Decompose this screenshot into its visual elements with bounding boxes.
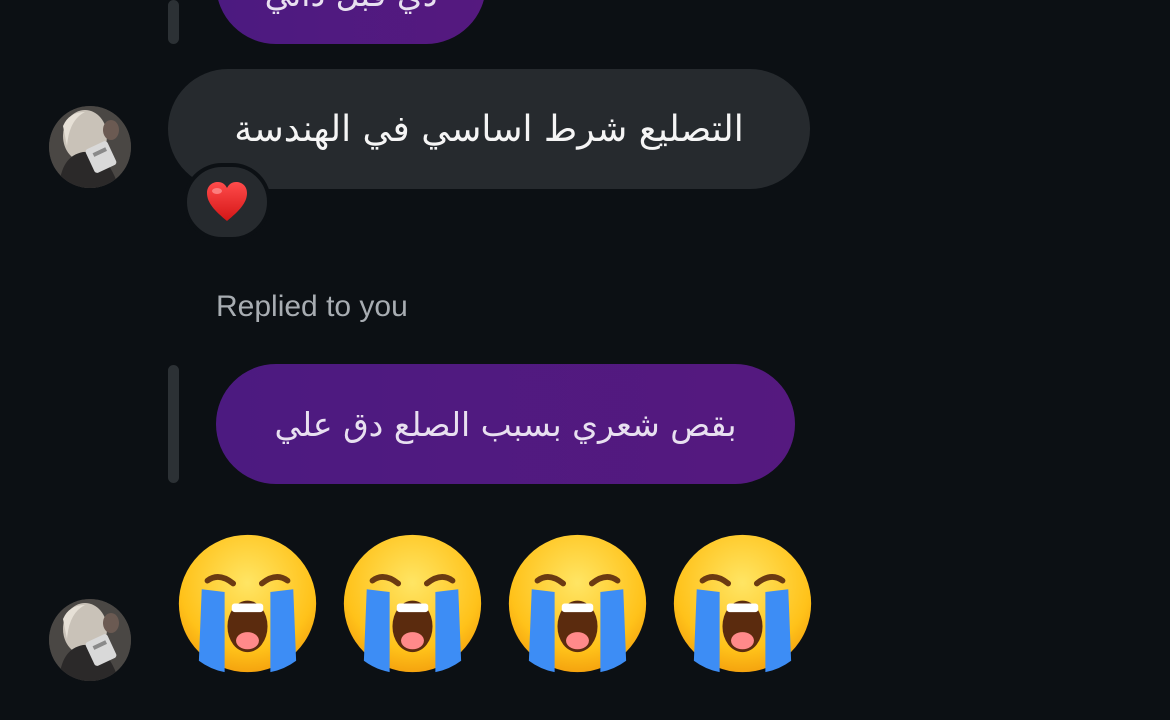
sent-message-text: ذي قبل ذاتي (265, 0, 438, 14)
emoji-message[interactable] (176, 532, 814, 675)
heart-emoji-icon (207, 182, 247, 221)
loudly-crying-face-icon (673, 534, 812, 673)
loudly-crying-face-icon (178, 534, 317, 673)
quoted-message-text: بقص شعري بسبب الصلع دق علي (274, 404, 737, 444)
reply-indicator-line (168, 365, 179, 483)
loudly-crying-face-icon (343, 534, 482, 673)
avatar[interactable] (49, 599, 131, 681)
loudly-crying-face-icon (508, 534, 647, 673)
quoted-message-bubble[interactable]: بقص شعري بسبب الصلع دق علي (216, 364, 795, 484)
received-message-bubble[interactable]: التصليع شرط اساسي في الهندسة (168, 69, 810, 189)
sent-message-bubble[interactable]: ذي قبل ذاتي (216, 0, 486, 44)
avatar[interactable] (49, 106, 131, 188)
chat-thread: ذي قبل ذاتي التصليع شرط اساسي في الهندسة (0, 0, 1170, 720)
message-reaction[interactable] (183, 163, 271, 241)
replied-to-label: Replied to you (216, 290, 408, 323)
received-message-text: التصليع شرط اساسي في الهندسة (234, 108, 744, 150)
reply-indicator-line (168, 0, 179, 44)
